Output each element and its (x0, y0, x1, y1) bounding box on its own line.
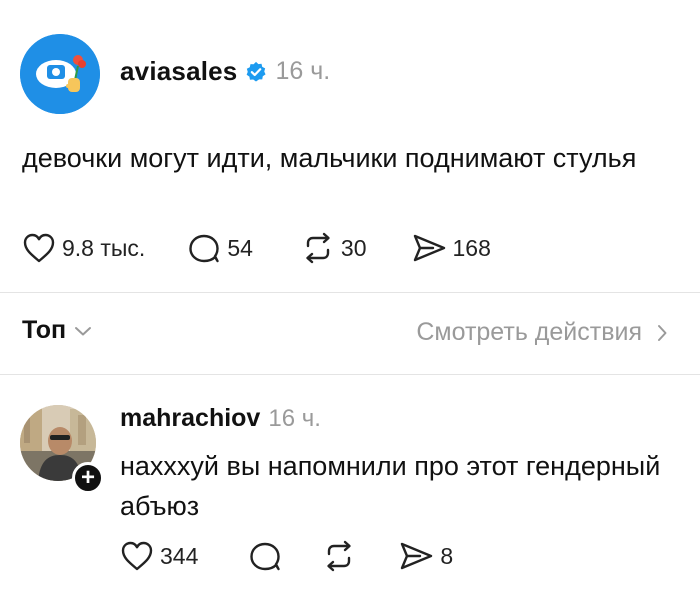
divider (0, 292, 700, 293)
post-username[interactable]: aviasales (120, 56, 237, 87)
aviasales-logo-icon (20, 34, 100, 114)
sort-dropdown[interactable]: Топ (22, 316, 92, 345)
comment-repost-button[interactable] (322, 540, 356, 572)
repost-icon (327, 540, 352, 572)
comment-reply-button[interactable] (248, 540, 282, 572)
comment-text: нахххуй вы напомнили про этот гендерный … (120, 451, 661, 521)
like-button[interactable]: 9.8 тыс. (22, 232, 145, 264)
comment-share-count: 8 (440, 542, 454, 569)
share-count: 168 (452, 234, 491, 261)
repost-button[interactable]: 30 (301, 232, 367, 264)
comment-share-button[interactable]: 8 (398, 540, 453, 572)
comment-like-button[interactable]: 344 (120, 540, 198, 572)
post-author-row: aviasales 16 ч. (120, 56, 330, 87)
send-icon (401, 542, 433, 570)
sort-label: Топ (22, 316, 67, 344)
repost-icon (306, 232, 330, 264)
verified-badge-icon (247, 61, 267, 82)
post-actions: 9.8 тыс. 54 30 168 (22, 232, 491, 264)
follow-plus-button[interactable]: + (72, 462, 104, 494)
view-activity-link[interactable]: Смотреть действия (416, 318, 668, 347)
post-text: девочки могут идти, мальчики поднимают с… (22, 143, 637, 173)
comment-time: 16 ч. (268, 404, 321, 432)
like-count: 9.8 тыс. (62, 234, 146, 261)
comment-author-row: mahrachiov 16 ч. (120, 404, 321, 433)
comment-count: 54 (227, 234, 253, 261)
comment-like-count: 344 (160, 542, 199, 569)
comment-username[interactable]: mahrachiov (120, 404, 260, 433)
post-author-avatar[interactable] (20, 34, 100, 114)
chevron-down-icon (75, 326, 92, 335)
heart-icon (121, 541, 153, 571)
comment-actions: 344 8 (120, 540, 453, 572)
divider (0, 374, 700, 375)
heart-icon (23, 233, 55, 263)
comment-bubble-icon (250, 542, 281, 571)
comment-button[interactable]: 54 (187, 232, 253, 264)
view-activity-label: Смотреть действия (416, 318, 642, 346)
repost-count: 30 (340, 234, 367, 261)
post-time: 16 ч. (275, 57, 331, 85)
send-icon (413, 234, 445, 262)
comment-bubble-icon (189, 234, 220, 263)
share-button[interactable]: 168 (411, 232, 491, 264)
chevron-right-icon (658, 324, 667, 341)
